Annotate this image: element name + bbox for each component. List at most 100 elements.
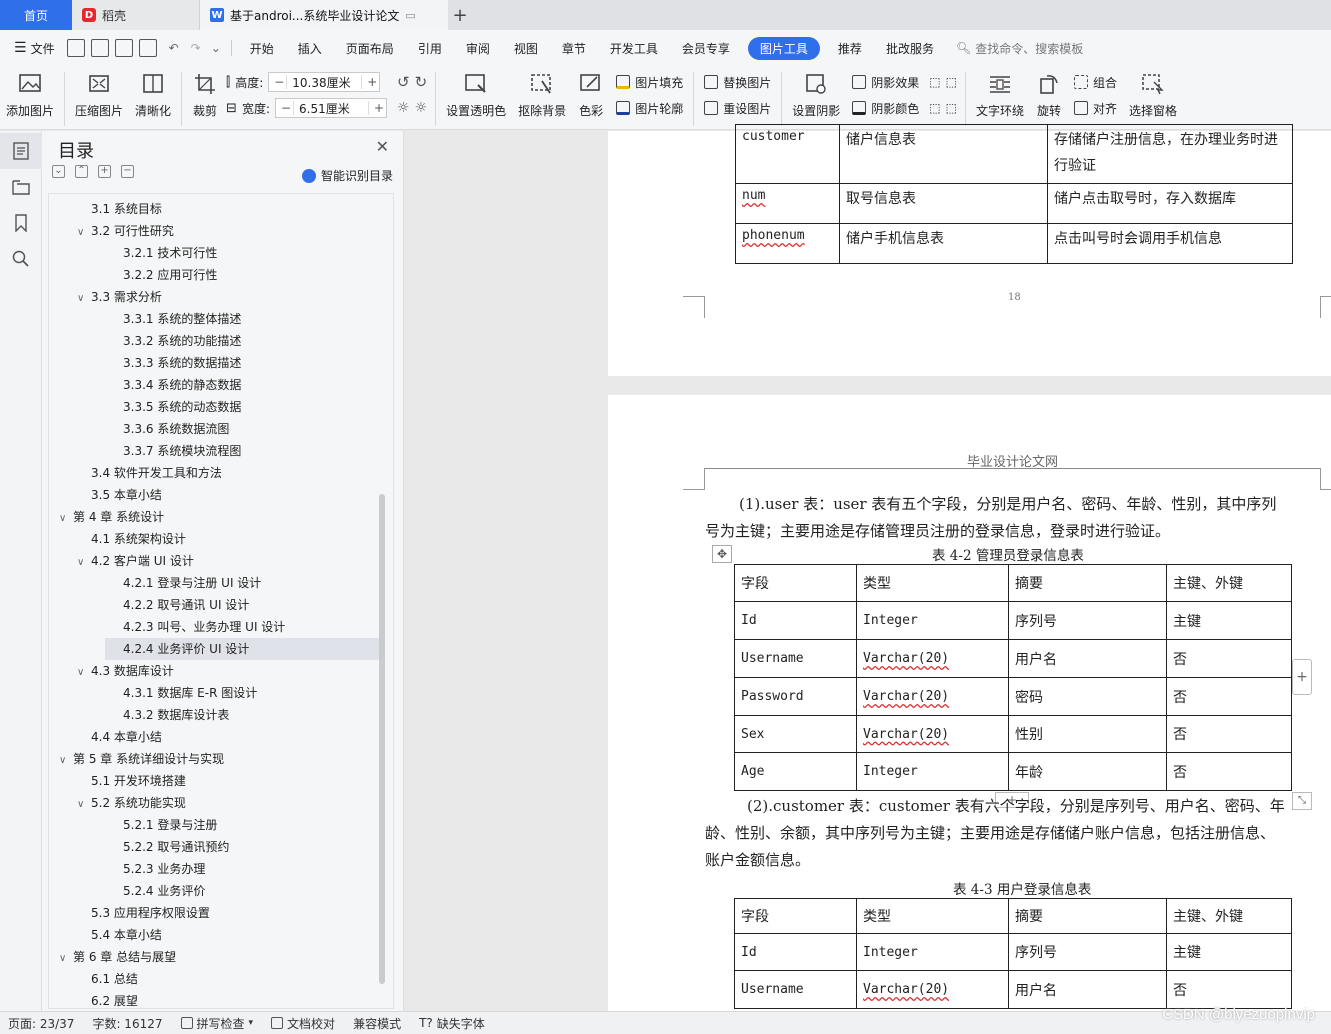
close-icon[interactable]: ✕ [376, 137, 389, 156]
toc-item[interactable]: ∨ 3.3 需求分析 [77, 286, 162, 308]
chevron-down-icon[interactable]: ∨ [77, 288, 91, 310]
table-cell[interactable]: 序列号 [1008, 933, 1167, 971]
export-pdf-icon[interactable] [90, 39, 109, 57]
table-cell[interactable]: 主键 [1166, 601, 1292, 640]
shadow-effect-button[interactable]: 阴影效果 [852, 72, 919, 92]
menu-layout[interactable]: 页面布局 [334, 40, 406, 57]
brightness-icon[interactable]: ☼ [397, 100, 410, 116]
add-column-button[interactable]: + [1292, 659, 1312, 695]
chapter-nav-icon[interactable] [0, 169, 42, 205]
table-cell[interactable]: Id [734, 601, 857, 640]
undo-icon[interactable]: ↶ [169, 41, 179, 55]
menu-member[interactable]: 会员专享 [670, 40, 742, 57]
selection-pane-button[interactable]: 选择窗格 [1123, 72, 1183, 119]
chevron-down-icon[interactable]: ∨ [77, 552, 91, 574]
toc-item[interactable]: 5.2.1 登录与注册 [109, 814, 217, 836]
compress-image-button[interactable]: 压缩图片 [69, 72, 129, 119]
expand-all-icon[interactable]: ⌄ [52, 165, 65, 178]
table-cell[interactable]: Sex [734, 715, 857, 753]
toc-item[interactable]: 3.5 本章小结 [77, 484, 162, 506]
color-button[interactable]: 色彩 [572, 72, 610, 119]
print-preview-icon[interactable] [138, 39, 157, 57]
table-cell[interactable]: 用户名 [1008, 970, 1167, 1009]
save-icon[interactable] [66, 39, 85, 57]
table-cell[interactable]: 字段 [734, 564, 857, 602]
add-image-button[interactable]: 添加图片 [0, 72, 60, 119]
table-cell[interactable]: Username [734, 970, 857, 1009]
align-button[interactable]: 对齐 [1073, 98, 1117, 118]
toc-item[interactable]: 4.1 系统架构设计 [77, 528, 186, 550]
table-cell[interactable]: customer [735, 124, 840, 184]
table-cell[interactable]: 储户信息表 [839, 124, 1048, 184]
menu-review[interactable]: 审阅 [454, 40, 502, 57]
table-cell[interactable]: Age [734, 752, 857, 791]
toc-item[interactable]: 3.2.1 技术可行性 [109, 242, 217, 264]
toc-item[interactable]: 4.4 本章小结 [77, 726, 162, 748]
paragraph-user-table[interactable]: (1).user 表：user 表有五个字段，分别是用户名、密码、年龄、性别，其… [705, 491, 1325, 545]
table-cell[interactable]: Integer [856, 601, 1009, 640]
table-cell[interactable]: 否 [1166, 970, 1292, 1009]
table-cell[interactable]: 否 [1166, 752, 1292, 791]
toc-item[interactable]: 3.2.2 应用可行性 [109, 264, 217, 286]
menu-correction[interactable]: 批改服务 [874, 40, 946, 57]
chevron-down-icon[interactable]: ∨ [77, 222, 91, 244]
image-fill-button[interactable]: 图片填充 [616, 72, 683, 92]
table-cell[interactable]: 储户点击取号时，存入数据库 [1047, 183, 1293, 224]
contrast-icon[interactable]: ☼ [415, 100, 428, 116]
width-increase-button[interactable]: + [368, 101, 386, 115]
file-menu[interactable]: ☰ 文件 [14, 40, 67, 57]
toc-item[interactable]: 3.4 软件开发工具和方法 [77, 462, 222, 484]
search-nav-icon[interactable] [0, 241, 42, 277]
toc-item[interactable]: 4.3.1 数据库 E-R 图设计 [109, 682, 257, 704]
toc-item[interactable]: 3.3.2 系统的功能描述 [109, 330, 241, 352]
table-cell[interactable]: Varchar(20) [856, 970, 1009, 1009]
toc-item[interactable]: 3.3.3 系统的数据描述 [109, 352, 241, 374]
toc-item[interactable]: 3.3.7 系统模块流程图 [109, 440, 241, 462]
nudge-right-icon[interactable]: ⬚ [946, 101, 957, 115]
table-cell[interactable]: 年龄 [1008, 752, 1167, 791]
toc-item[interactable]: 4.2.2 取号通讯 UI 设计 [109, 594, 249, 616]
sharpen-button[interactable]: 清晰化 [129, 72, 177, 119]
table-cell[interactable]: 主键 [1166, 933, 1292, 971]
collapse-all-icon[interactable]: ⌃ [75, 165, 88, 178]
height-value[interactable]: 10.38厘米 [287, 74, 361, 91]
print-icon[interactable] [114, 39, 133, 57]
nudge-left-icon[interactable]: ⬚ [929, 101, 940, 115]
table-cell[interactable]: 摘要 [1008, 898, 1167, 934]
table-cell[interactable]: 储户手机信息表 [839, 223, 1048, 264]
table-cell[interactable]: 存储储户注册信息，在办理业务时进行验证 [1047, 124, 1293, 184]
bookmark-icon[interactable] [0, 205, 42, 241]
screen-icon[interactable]: ▭ [405, 9, 415, 22]
remove-background-button[interactable]: 抠除背景 [512, 72, 572, 119]
more-dropdown-icon[interactable]: ⌄ [211, 41, 221, 55]
table-cell[interactable]: 点击叫号时会调用手机信息 [1047, 223, 1293, 264]
chevron-down-icon[interactable]: ∨ [77, 662, 91, 684]
toc-item[interactable]: 3.3.5 系统的动态数据 [109, 396, 241, 418]
smart-toc-button[interactable]: 智能识别目录 [301, 167, 393, 184]
redo-icon[interactable]: ↷ [191, 41, 201, 55]
rotate-right-icon[interactable]: ↻ [415, 73, 428, 91]
toc-item[interactable]: 5.2.4 业务评价 [109, 880, 205, 902]
toc-item[interactable]: 3.3.6 系统数据流图 [109, 418, 229, 440]
toc-nav-icon[interactable] [0, 133, 42, 169]
table-cell[interactable]: 否 [1166, 715, 1292, 753]
add-heading-icon[interactable]: + [98, 165, 111, 178]
table-move-icon[interactable]: ✥ [712, 545, 732, 563]
missing-font-button[interactable]: T? 缺失字体 [419, 1015, 485, 1032]
toc-item[interactable]: 6.2 展望 [77, 990, 138, 1008]
proofread-button[interactable]: 文档校对 [271, 1015, 335, 1032]
table-cell[interactable]: Varchar(20) [856, 715, 1009, 753]
tab-document[interactable]: W 基于androi...系统毕业设计论文 ▭ [200, 0, 448, 30]
table-cell[interactable]: Integer [856, 752, 1009, 791]
table-cell[interactable]: phonenum [735, 223, 840, 264]
menu-start[interactable]: 开始 [238, 40, 286, 57]
table-cell[interactable]: 否 [1166, 639, 1292, 678]
toc-item[interactable]: 3.1 系统目标 [77, 198, 162, 220]
table-cell[interactable]: Id [734, 933, 857, 971]
chevron-down-icon[interactable]: ∨ [59, 948, 73, 970]
table-cell[interactable]: 否 [1166, 677, 1292, 716]
set-shadow-button[interactable]: 设置阴影 [786, 72, 846, 119]
toc-item[interactable]: 3.3.1 系统的整体描述 [109, 308, 241, 330]
reset-image-button[interactable]: 重设图片 [704, 98, 771, 118]
toc-item[interactable]: 5.4 本章小结 [77, 924, 162, 946]
